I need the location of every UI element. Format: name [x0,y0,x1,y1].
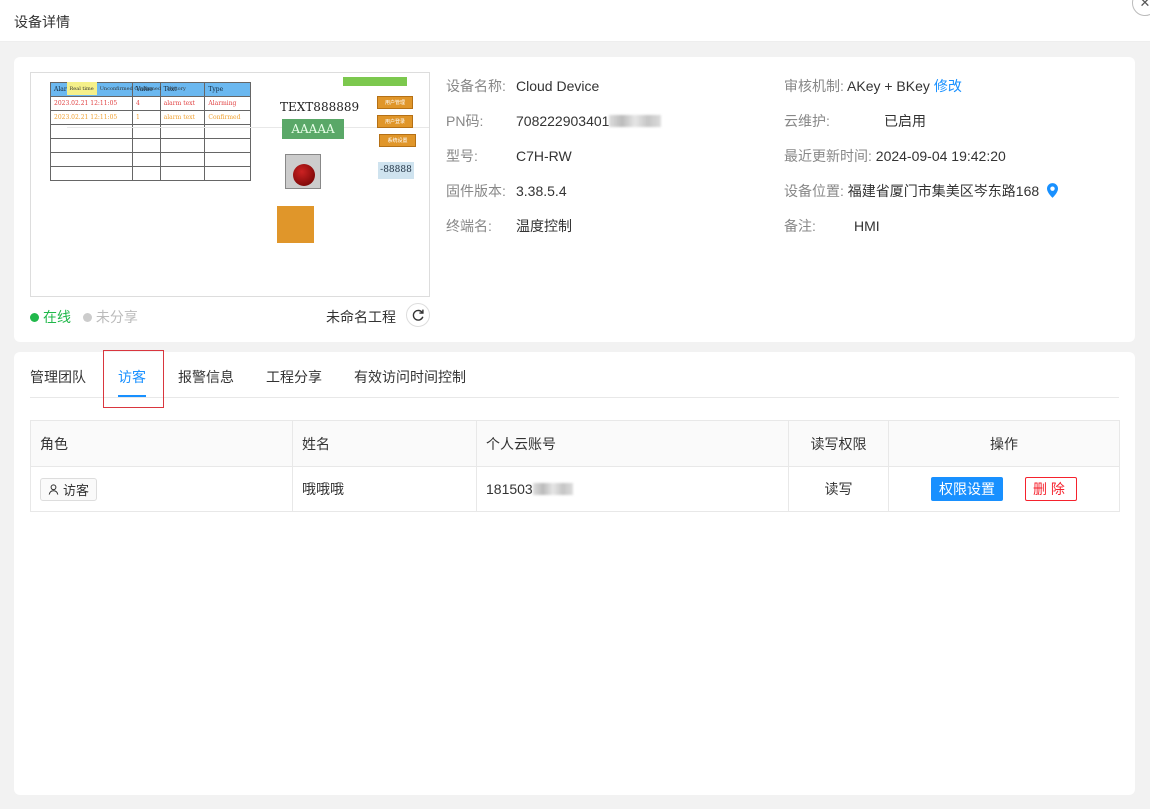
tab-bar: 管理团队 访客 报警信息 工程分享 有效访问时间控制 [30,350,1119,408]
col-name: 姓名 [292,420,477,467]
info-location: 设备位置: 福建省厦门市集美区岑东路168 [784,181,1059,201]
info-audit: 审核机制: AKey + BKey 修改 [784,78,962,94]
preview-text-label: TEXT888889 [280,100,360,114]
online-status: 在线 [30,309,71,325]
user-icon [48,483,59,495]
project-name: 未命名工程 [326,309,396,325]
edit-audit-link[interactable]: 修改 [934,78,962,94]
col-role: 角色 [30,420,293,467]
col-permission: 读写权限 [788,420,889,467]
blurred-text [609,115,662,127]
device-info-card: Real time Unconfirmed Confirmed History … [14,57,1135,342]
dialog-header: 设备详情 [0,0,1150,42]
info-device-name: 设备名称: Cloud Device [446,78,600,94]
location-pin-icon[interactable] [1047,183,1059,198]
preview-green-label: AAAAA [282,119,344,139]
info-terminal: 终端名: 温度控制 [446,218,572,234]
project-preview[interactable]: Real time Unconfirmed Confirmed History … [30,72,430,297]
actions-cell: 权限设置 删除 [888,466,1120,512]
account-cell: 181503 [476,466,789,512]
permission-settings-button[interactable]: 权限设置 [931,477,1004,501]
role-cell: 访客 [30,466,293,512]
delete-button[interactable]: 删除 [1024,477,1077,501]
preview-green-bar [343,77,407,86]
info-firmware: 固件版本: 3.38.5.4 [446,183,567,199]
preview-button: 系统设置 [379,134,416,147]
role-tag: 访客 [40,477,98,501]
info-model: 型号: C7H-RW [446,148,572,164]
preview-tab: Real time [66,82,97,95]
share-status: 未分享 [82,309,138,325]
info-pn: PN码: 708222903401 [446,111,662,131]
dialog-title: 设备详情 [14,14,70,30]
device-status: 在线 未分享 [30,307,138,327]
detail-tabs-card: 管理团队 访客 报警信息 工程分享 有效访问时间控制 角色 姓名 个人云账号 读… [14,350,1135,795]
preview-tab: Unconfirmed Confirmed [99,85,162,92]
preview-orange-block [277,206,314,243]
permission-cell: 读写 [788,466,889,512]
info-remark: 备注: HMI [784,218,880,234]
visitor-table: 角色 姓名 个人云账号 读写权限 操作 访客 哦哦哦 181503 读写 权限设… [30,420,1120,512]
preview-button: 用户管理 [377,96,413,109]
unshared-dot-icon [82,313,92,322]
preview-button: 用户登录 [377,115,413,128]
preview-tab: History [167,85,186,92]
col-account: 个人云账号 [476,420,789,467]
tab-project-share[interactable]: 工程分享 [266,367,322,387]
col-actions: 操作 [888,420,1120,467]
tab-alarm[interactable]: 报警信息 [178,367,234,387]
preview-number-display: -88888 [378,162,414,179]
info-updated: 最近更新时间: 2024-09-04 19:42:20 [784,148,1006,164]
tab-highlight-box [103,350,164,408]
blurred-text [532,483,573,495]
preview-alarm-table: Real time Unconfirmed Confirmed History … [50,82,429,181]
online-dot-icon [30,313,39,322]
tab-team[interactable]: 管理团队 [30,367,86,387]
name-cell: 哦哦哦 [292,466,477,512]
table-row: 访客 哦哦哦 181503 读写 权限设置 删除 [30,466,1120,512]
refresh-icon[interactable] [406,303,430,327]
tab-access-time[interactable]: 有效访问时间控制 [354,367,466,387]
preview-knob-icon [285,154,321,189]
info-cloud-maintain: 云维护: 已启用 [784,113,926,129]
